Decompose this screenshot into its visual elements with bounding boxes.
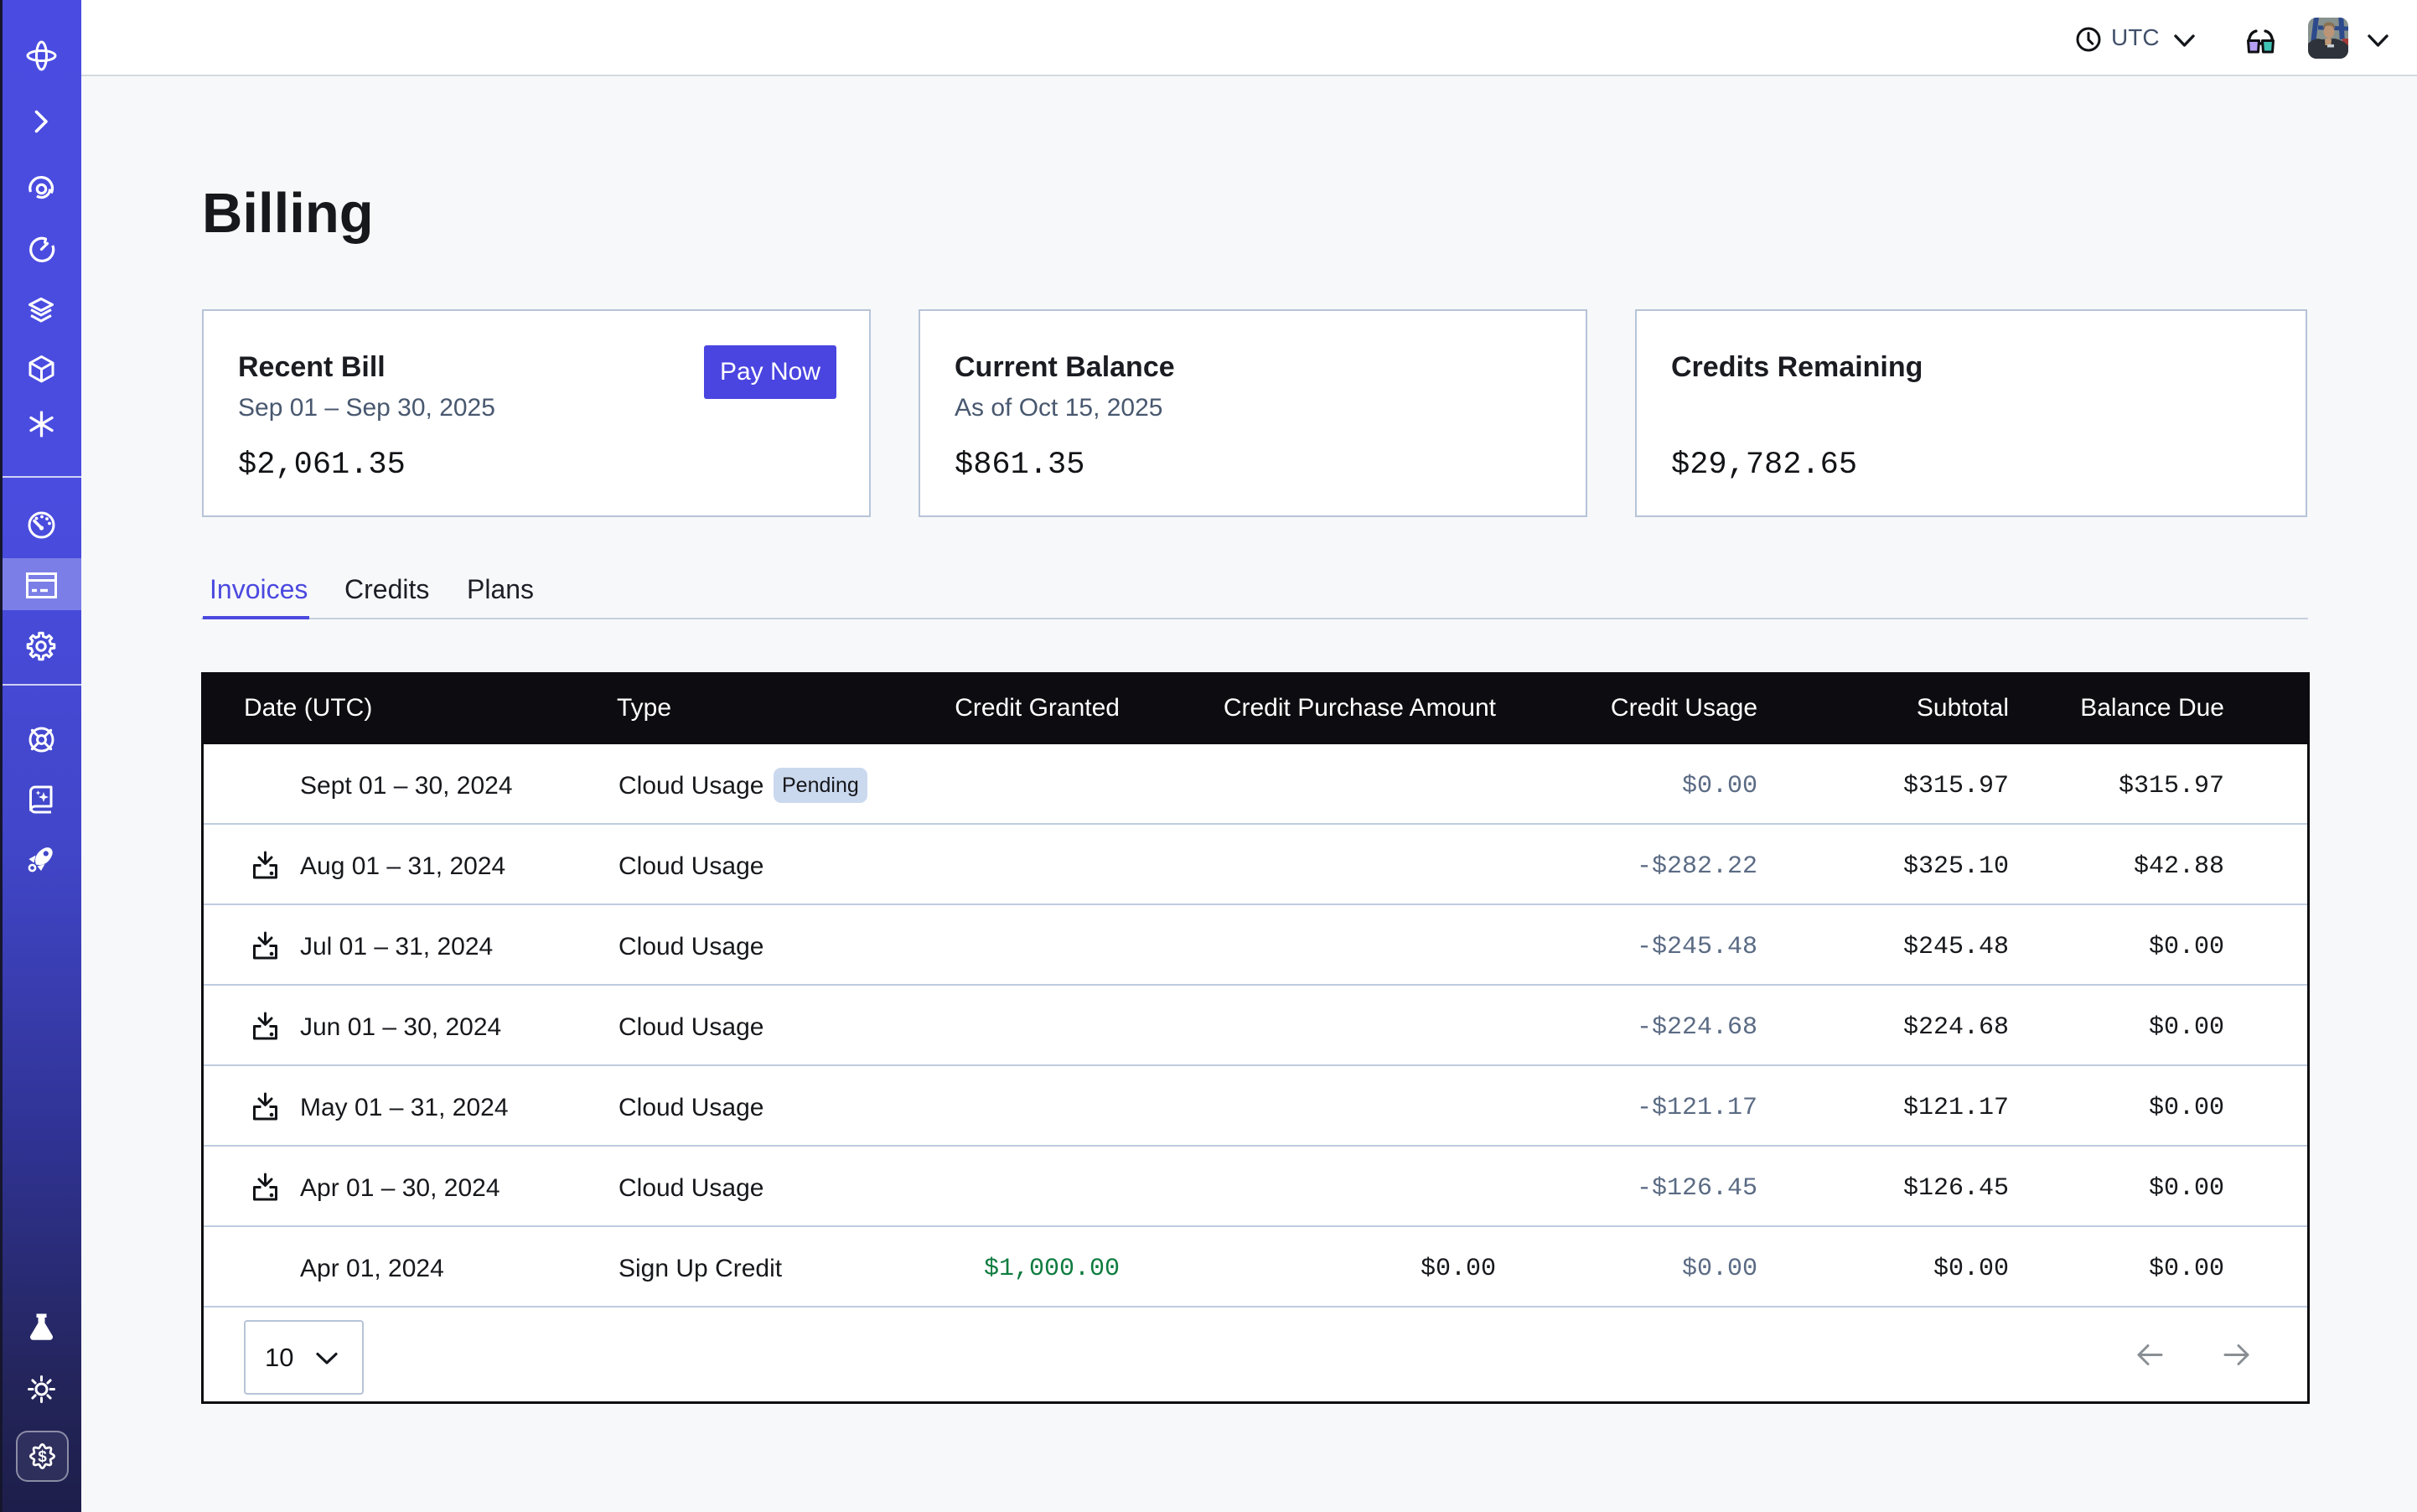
svg-text:$: $ xyxy=(38,1448,47,1466)
